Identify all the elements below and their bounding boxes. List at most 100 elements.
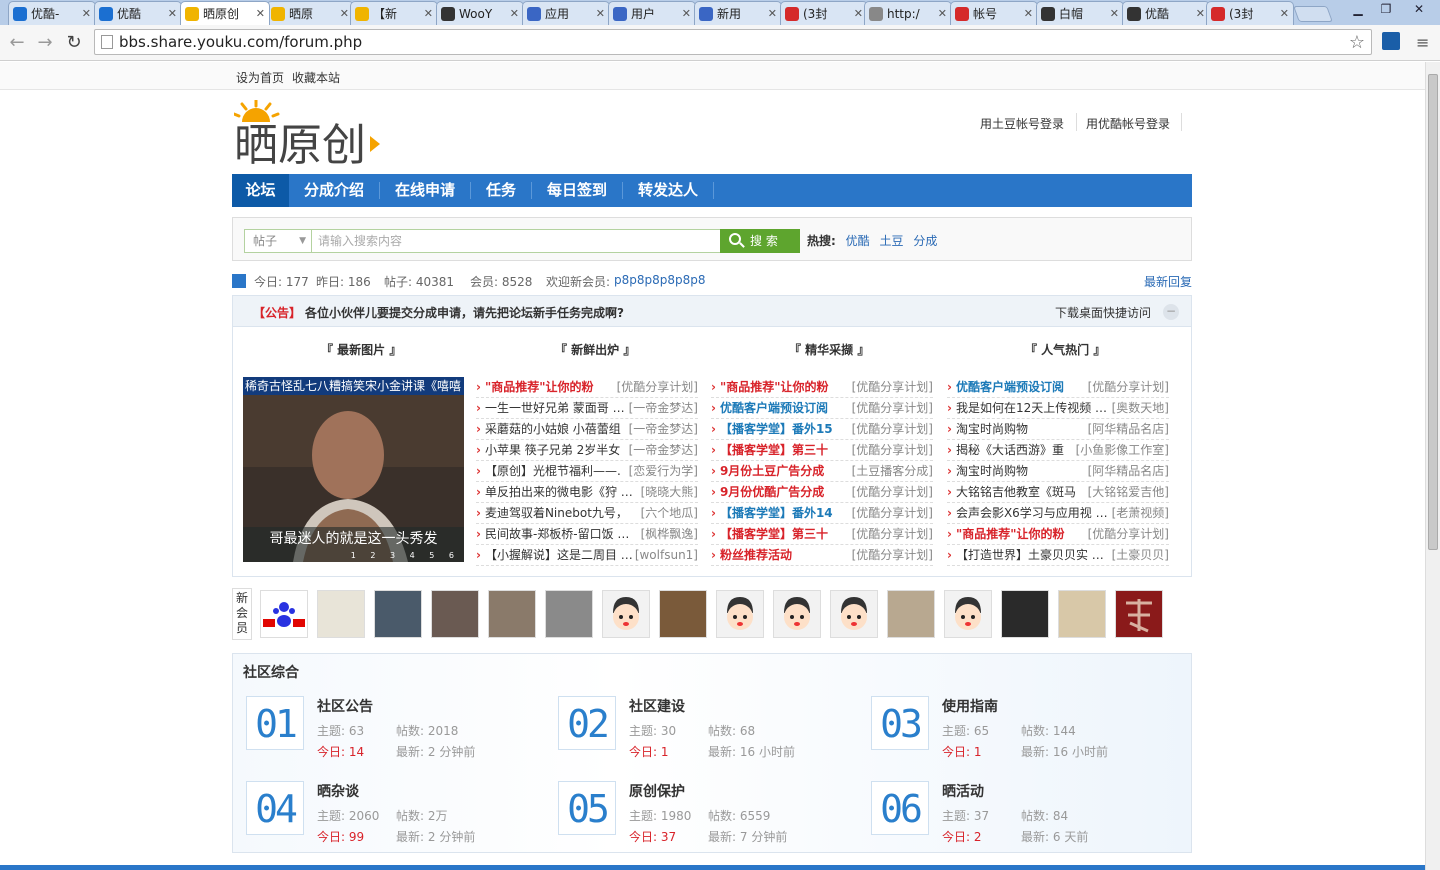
list-item[interactable]: 采蘑菇的小姑娘 小蓓蕾组[一帝金梦达] [476, 419, 698, 440]
list-item-source[interactable]: [奥数天地] [1112, 398, 1169, 418]
tab-close-icon[interactable]: ✕ [1280, 7, 1289, 20]
list-item[interactable]: 【播客学堂】第三十[优酷分享计划] [711, 524, 933, 545]
hot-search-link[interactable]: 优酷 [846, 234, 870, 248]
forum-latest[interactable]: 最新: 16 小时前 [1021, 743, 1108, 760]
search-type-select[interactable]: 帖子 ▼ [244, 229, 312, 253]
list-item[interactable]: 【原创】光棍节福利——.[恋爱行为学] [476, 461, 698, 482]
browser-tab[interactable]: 晒原创 ✕ [180, 1, 270, 25]
member-avatar[interactable] [260, 590, 308, 638]
menu-icon[interactable]: ≡ [1416, 33, 1429, 52]
forum-name[interactable]: 社区公告 [317, 696, 373, 716]
forum-name[interactable]: 晒活动 [942, 781, 984, 801]
list-item-title[interactable]: 【打造世界】土豪贝贝实 … [947, 545, 1112, 565]
tab-close-icon[interactable]: ✕ [596, 7, 605, 20]
list-item[interactable]: 淘宝时尚购物[阿华精品名店] [947, 419, 1169, 440]
list-item-title[interactable]: 【播客学堂】番外14 [711, 503, 852, 523]
list-item[interactable]: 优酷客户端预设订阅[优酷分享计划] [711, 398, 933, 419]
list-item[interactable]: 小苹果 筷子兄弟 2岁半女[一帝金梦达] [476, 440, 698, 461]
list-item[interactable]: "商品推荐"让你的粉[优酷分享计划] [711, 377, 933, 398]
forum-number-badge[interactable]: 02 [558, 696, 616, 750]
tab-close-icon[interactable]: ✕ [82, 7, 91, 20]
list-item-source[interactable]: [恋爱行为学] [629, 461, 698, 481]
list-item-source[interactable]: [一帝金梦达] [629, 419, 698, 439]
member-avatar[interactable] [317, 590, 365, 638]
tab-close-icon[interactable]: ✕ [168, 7, 177, 20]
list-item-source[interactable]: [优酷分享计划] [852, 503, 933, 523]
list-item-title[interactable]: 优酷客户端预设订阅 [947, 377, 1088, 397]
browser-tab[interactable]: 应用 ✕ [522, 1, 610, 25]
list-item[interactable]: 会声会影X6学习与应用视 …[老萧视频] [947, 503, 1169, 524]
forum-board[interactable]: 06 晒活动 主题: 37 帖数: 84 今日: 2 最新: 6 天前 [871, 781, 1171, 851]
back-icon[interactable]: ← [6, 31, 28, 53]
forum-number-badge[interactable]: 05 [558, 781, 616, 835]
featured-photo[interactable]: 稀奇古怪乱七八糟搞笑宋小金讲课《嘻嘻 哥最迷人的就是这一头秀发 1 2 3 4 … [243, 377, 464, 562]
bookmark-link[interactable]: 收藏本站 [292, 69, 340, 86]
browser-tab[interactable]: 优酷 ✕ [1122, 1, 1210, 25]
list-item-source[interactable]: [优酷分享计划] [852, 419, 933, 439]
forum-name[interactable]: 原创保护 [629, 781, 685, 801]
browser-tab[interactable]: http:/ ✕ [864, 1, 952, 25]
forum-board[interactable]: 02 社区建设 主题: 30 帖数: 68 今日: 1 最新: 16 小时前 [558, 696, 858, 766]
member-avatar[interactable] [1115, 590, 1163, 638]
member-avatar[interactable] [887, 590, 935, 638]
forum-number-badge[interactable]: 01 [246, 696, 304, 750]
restore-icon[interactable]: ❐ [1372, 0, 1400, 18]
list-item[interactable]: 【播客学堂】番外15[优酷分享计划] [711, 419, 933, 440]
set-home-link[interactable]: 设为首页 [236, 69, 284, 86]
nav-revenue-intro[interactable]: 分成介绍 [289, 174, 379, 207]
list-item[interactable]: 优酷客户端预设订阅[优酷分享计划] [947, 377, 1169, 398]
list-item[interactable]: "商品推荐"让你的粉[优酷分享计划] [476, 377, 698, 398]
member-avatar[interactable] [716, 590, 764, 638]
tab-close-icon[interactable]: ✕ [256, 7, 265, 20]
browser-tab[interactable]: 优酷- ✕ [8, 1, 96, 25]
address-bar[interactable]: bbs.share.youku.com/forum.php ☆ [94, 29, 1372, 55]
tab-close-icon[interactable]: ✕ [768, 7, 777, 20]
list-item-title[interactable]: 大铭铭吉他教室《斑马 [947, 482, 1088, 502]
tab-close-icon[interactable]: ✕ [1196, 7, 1205, 20]
search-input[interactable]: 请输入搜索内容 [311, 229, 721, 253]
member-avatar[interactable] [773, 590, 821, 638]
list-item-title[interactable]: "商品推荐"让你的粉 [947, 524, 1088, 544]
list-item-title[interactable]: 我是如何在12天上传视频 … [947, 398, 1112, 418]
tab-close-icon[interactable]: ✕ [510, 7, 519, 20]
member-avatar[interactable] [545, 590, 593, 638]
forum-board[interactable]: 04 晒杂谈 主题: 2060 帖数: 2万 今日: 99 最新: 2 分钟前 [246, 781, 546, 851]
new-member-link[interactable]: p8p8p8p8p8p8 [614, 273, 706, 287]
list-item[interactable]: 【播客学堂】番外14[优酷分享计划] [711, 503, 933, 524]
list-item-source[interactable]: [wolfsun1] [635, 545, 698, 565]
list-item-title[interactable]: 优酷客户端预设订阅 [711, 398, 852, 418]
list-item[interactable]: 粉丝推荐活动[优酷分享计划] [711, 545, 933, 566]
list-item[interactable]: "商品推荐"让你的粉[优酷分享计划] [947, 524, 1169, 545]
list-item-title[interactable]: 9月份优酷广告分成 [711, 482, 852, 502]
list-item-source[interactable]: [优酷分享计划] [1088, 377, 1169, 397]
list-item-title[interactable]: 淘宝时尚购物 [947, 419, 1088, 439]
browser-tab[interactable]: 用户 ✕ [608, 1, 696, 25]
list-item[interactable]: 9月份土豆广告分成[土豆播客分成] [711, 461, 933, 482]
list-item-title[interactable]: 揭秘《大话西游》重 [947, 440, 1076, 460]
list-item[interactable]: 【打造世界】土豪贝贝实 …[土豪贝贝] [947, 545, 1169, 566]
list-item-source[interactable]: [阿华精品名店] [1088, 461, 1169, 481]
bookmark-star-icon[interactable]: ☆ [1349, 32, 1365, 53]
list-item-title[interactable]: 会声会影X6学习与应用视 … [947, 503, 1112, 523]
desktop-shortcut-link[interactable]: 下载桌面快捷访问 [1055, 304, 1151, 321]
list-item-title[interactable]: 麦迪驾驭着Ninebot九号， [476, 503, 641, 523]
hot-search-link[interactable]: 分成 [913, 234, 937, 248]
browser-tab[interactable]: 优酷 ✕ [94, 1, 182, 25]
forum-latest[interactable]: 最新: 2 分钟前 [396, 743, 475, 760]
browser-tab[interactable]: 白帽 ✕ [1036, 1, 1124, 25]
list-item[interactable]: 民间故事-郑板桥-留口饭 …[枫桦飘逸] [476, 524, 698, 545]
forum-name[interactable]: 使用指南 [942, 696, 998, 716]
list-item-title[interactable]: 【播客学堂】第三十 [711, 524, 852, 544]
member-avatar[interactable] [602, 590, 650, 638]
forum-name[interactable]: 社区建设 [629, 696, 685, 716]
forum-name[interactable]: 晒杂谈 [317, 781, 359, 801]
list-item-title[interactable]: 【小握解说】这是二周目 … [476, 545, 635, 565]
list-item[interactable]: 一生一世好兄弟 蒙面哥 …[一帝金梦达] [476, 398, 698, 419]
list-item-title[interactable]: 单反拍出来的微电影《狩 … [476, 482, 641, 502]
member-avatar[interactable] [944, 590, 992, 638]
list-item-source[interactable]: [优酷分享计划] [1088, 524, 1169, 544]
list-item[interactable]: 我是如何在12天上传视频 …[奥数天地] [947, 398, 1169, 419]
list-item-source[interactable]: [优酷分享计划] [852, 524, 933, 544]
forum-latest[interactable]: 最新: 7 分钟前 [708, 828, 787, 845]
list-item-source[interactable]: [大铭铭爱吉他] [1088, 482, 1169, 502]
